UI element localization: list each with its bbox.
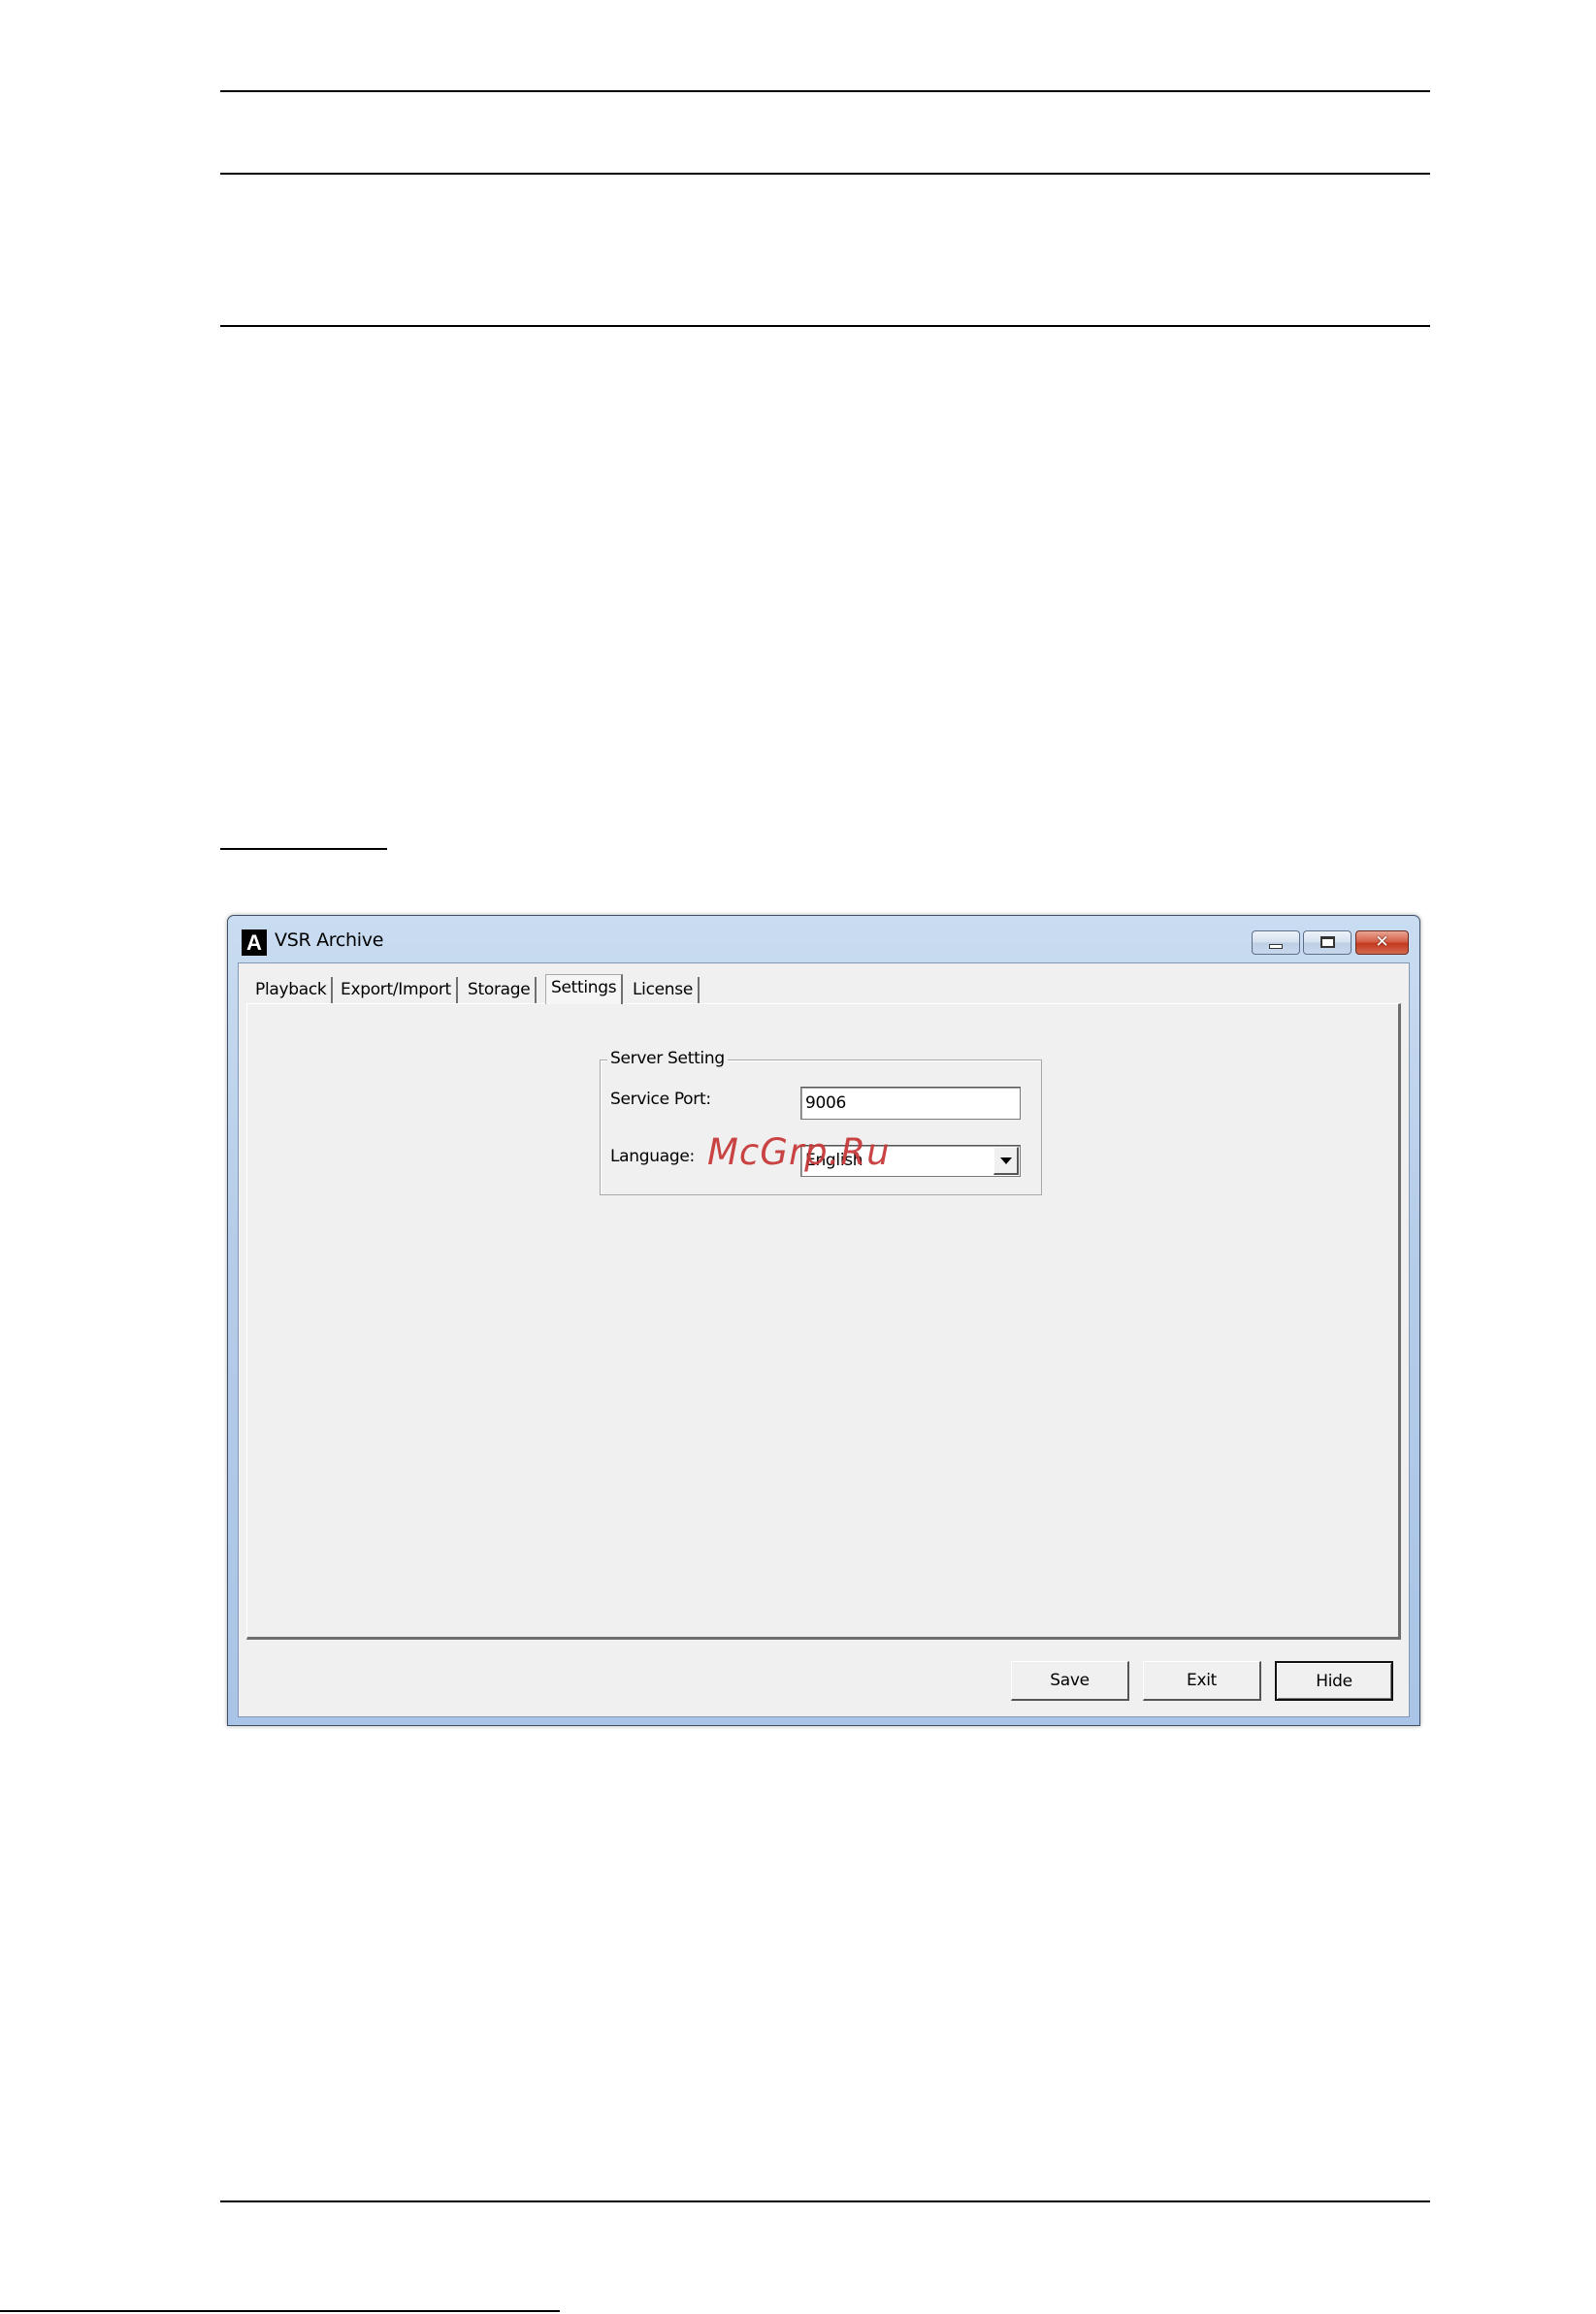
tab-storage[interactable]: Storage xyxy=(463,977,537,1003)
server-setting-title: Server Setting xyxy=(607,1049,728,1068)
tab-settings[interactable]: Settings xyxy=(545,974,624,1004)
tab-export-import[interactable]: Export/Import xyxy=(336,977,458,1003)
service-port-label: Service Port: xyxy=(610,1090,711,1109)
hide-button[interactable]: Hide xyxy=(1275,1661,1393,1701)
footer-rule xyxy=(220,2200,1430,2202)
maximize-button[interactable] xyxy=(1303,930,1352,955)
tab-license[interactable]: License xyxy=(628,977,700,1003)
minimize-icon xyxy=(1269,944,1283,949)
minimize-button[interactable] xyxy=(1252,930,1300,955)
service-port-input[interactable] xyxy=(800,1087,1021,1120)
chevron-down-icon xyxy=(1000,1157,1012,1164)
footer-separator xyxy=(0,2310,560,2312)
close-icon: ✕ xyxy=(1375,932,1389,952)
vsr-archive-window: A VSR Archive ✕ Playback Export/Import S… xyxy=(227,915,1420,1726)
header-rule-middle xyxy=(220,173,1430,175)
exit-button[interactable]: Exit xyxy=(1143,1661,1261,1701)
header-rule-top xyxy=(220,90,1430,92)
app-logo-icon: A xyxy=(242,929,267,956)
server-setting-group: Server Setting Service Port: Language: E… xyxy=(600,1049,1042,1195)
section-underline xyxy=(220,848,387,850)
save-button[interactable]: Save xyxy=(1011,1661,1129,1701)
close-button[interactable]: ✕ xyxy=(1355,930,1409,955)
window-title: VSR Archive xyxy=(275,929,384,951)
tab-playback[interactable]: Playback xyxy=(250,977,334,1003)
header-rule-bottom xyxy=(220,325,1430,327)
language-dropdown-button[interactable] xyxy=(993,1147,1019,1175)
client-area: Playback Export/Import Storage Settings … xyxy=(238,962,1410,1717)
maximize-icon xyxy=(1320,936,1335,948)
title-bar[interactable]: A VSR Archive ✕ xyxy=(228,916,1419,962)
language-label: Language: xyxy=(610,1147,695,1166)
language-select[interactable]: English xyxy=(800,1145,1021,1177)
settings-panel: Server Setting Service Port: Language: E… xyxy=(246,1003,1401,1640)
language-value: English xyxy=(805,1151,863,1170)
